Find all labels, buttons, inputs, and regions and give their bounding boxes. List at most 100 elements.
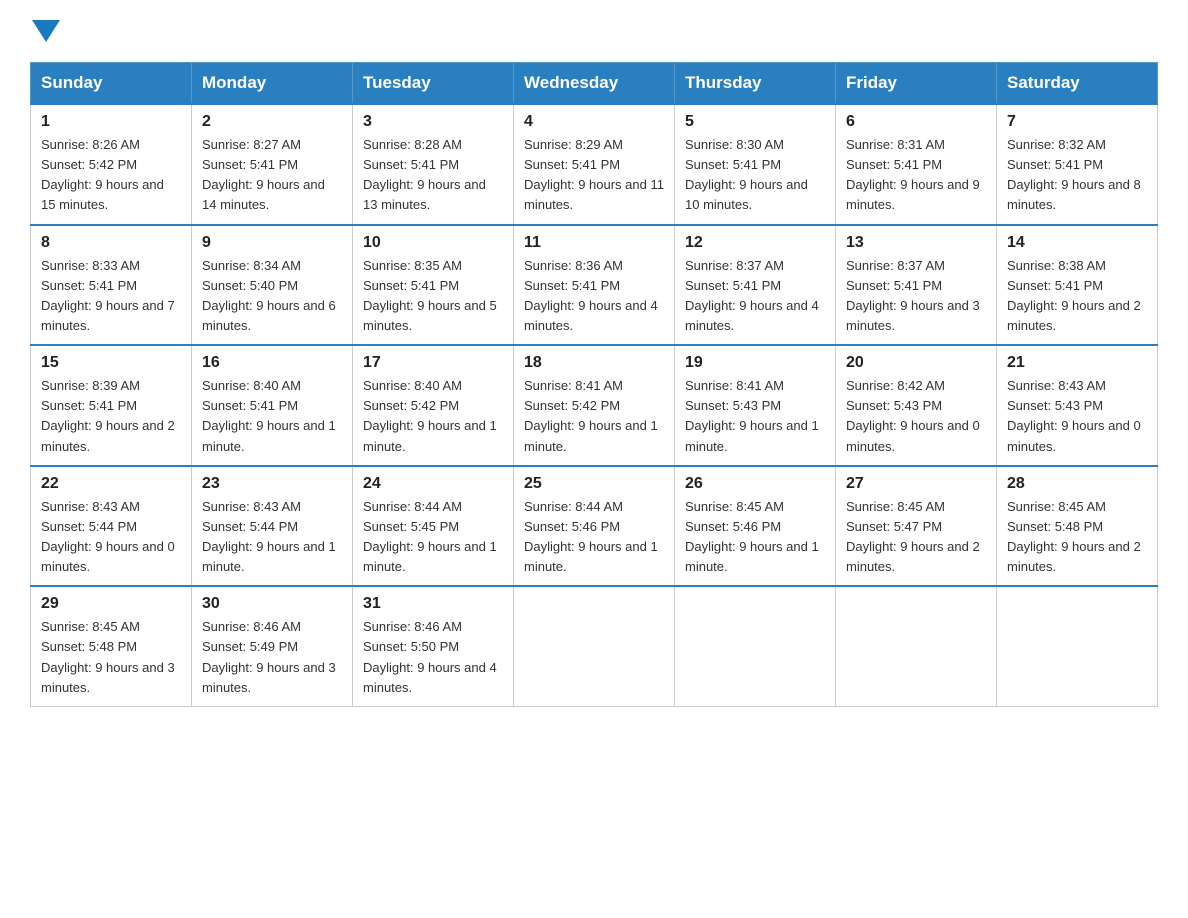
day-number: 27	[846, 475, 986, 493]
logo-triangle-icon	[32, 20, 60, 42]
calendar-day-cell	[675, 586, 836, 706]
day-number: 13	[846, 234, 986, 252]
day-info: Sunrise: 8:30 AMSunset: 5:41 PMDaylight:…	[685, 135, 825, 216]
day-info: Sunrise: 8:43 AMSunset: 5:44 PMDaylight:…	[202, 497, 342, 578]
day-info: Sunrise: 8:37 AMSunset: 5:41 PMDaylight:…	[846, 256, 986, 337]
day-info: Sunrise: 8:38 AMSunset: 5:41 PMDaylight:…	[1007, 256, 1147, 337]
day-info: Sunrise: 8:45 AMSunset: 5:48 PMDaylight:…	[41, 617, 181, 698]
day-info: Sunrise: 8:32 AMSunset: 5:41 PMDaylight:…	[1007, 135, 1147, 216]
day-info: Sunrise: 8:35 AMSunset: 5:41 PMDaylight:…	[363, 256, 503, 337]
day-number: 9	[202, 234, 342, 252]
day-info: Sunrise: 8:45 AMSunset: 5:46 PMDaylight:…	[685, 497, 825, 578]
day-number: 12	[685, 234, 825, 252]
calendar-header-row: SundayMondayTuesdayWednesdayThursdayFrid…	[31, 63, 1158, 105]
day-info: Sunrise: 8:37 AMSunset: 5:41 PMDaylight:…	[685, 256, 825, 337]
calendar-day-cell: 12 Sunrise: 8:37 AMSunset: 5:41 PMDaylig…	[675, 225, 836, 346]
calendar-week-row: 1 Sunrise: 8:26 AMSunset: 5:42 PMDayligh…	[31, 104, 1158, 225]
day-of-week-header: Tuesday	[353, 63, 514, 105]
day-number: 14	[1007, 234, 1147, 252]
day-info: Sunrise: 8:41 AMSunset: 5:42 PMDaylight:…	[524, 376, 664, 457]
day-of-week-header: Saturday	[997, 63, 1158, 105]
calendar-day-cell: 23 Sunrise: 8:43 AMSunset: 5:44 PMDaylig…	[192, 466, 353, 587]
day-info: Sunrise: 8:43 AMSunset: 5:44 PMDaylight:…	[41, 497, 181, 578]
calendar-day-cell: 5 Sunrise: 8:30 AMSunset: 5:41 PMDayligh…	[675, 104, 836, 225]
calendar-day-cell: 19 Sunrise: 8:41 AMSunset: 5:43 PMDaylig…	[675, 345, 836, 466]
calendar-day-cell	[514, 586, 675, 706]
calendar-day-cell: 20 Sunrise: 8:42 AMSunset: 5:43 PMDaylig…	[836, 345, 997, 466]
calendar-day-cell: 17 Sunrise: 8:40 AMSunset: 5:42 PMDaylig…	[353, 345, 514, 466]
day-number: 29	[41, 595, 181, 613]
day-number: 7	[1007, 113, 1147, 131]
day-info: Sunrise: 8:46 AMSunset: 5:50 PMDaylight:…	[363, 617, 503, 698]
day-of-week-header: Thursday	[675, 63, 836, 105]
day-of-week-header: Wednesday	[514, 63, 675, 105]
day-info: Sunrise: 8:44 AMSunset: 5:45 PMDaylight:…	[363, 497, 503, 578]
calendar-day-cell: 11 Sunrise: 8:36 AMSunset: 5:41 PMDaylig…	[514, 225, 675, 346]
day-info: Sunrise: 8:44 AMSunset: 5:46 PMDaylight:…	[524, 497, 664, 578]
day-number: 1	[41, 113, 181, 131]
day-info: Sunrise: 8:45 AMSunset: 5:47 PMDaylight:…	[846, 497, 986, 578]
calendar-week-row: 22 Sunrise: 8:43 AMSunset: 5:44 PMDaylig…	[31, 466, 1158, 587]
day-number: 21	[1007, 354, 1147, 372]
calendar-day-cell: 25 Sunrise: 8:44 AMSunset: 5:46 PMDaylig…	[514, 466, 675, 587]
day-number: 5	[685, 113, 825, 131]
day-number: 8	[41, 234, 181, 252]
calendar-day-cell: 27 Sunrise: 8:45 AMSunset: 5:47 PMDaylig…	[836, 466, 997, 587]
calendar-day-cell: 24 Sunrise: 8:44 AMSunset: 5:45 PMDaylig…	[353, 466, 514, 587]
calendar-day-cell: 10 Sunrise: 8:35 AMSunset: 5:41 PMDaylig…	[353, 225, 514, 346]
day-number: 10	[363, 234, 503, 252]
calendar-day-cell: 31 Sunrise: 8:46 AMSunset: 5:50 PMDaylig…	[353, 586, 514, 706]
page-header	[30, 20, 1158, 42]
calendar-day-cell	[997, 586, 1158, 706]
day-number: 20	[846, 354, 986, 372]
day-info: Sunrise: 8:43 AMSunset: 5:43 PMDaylight:…	[1007, 376, 1147, 457]
calendar-day-cell: 1 Sunrise: 8:26 AMSunset: 5:42 PMDayligh…	[31, 104, 192, 225]
day-number: 18	[524, 354, 664, 372]
calendar-day-cell: 7 Sunrise: 8:32 AMSunset: 5:41 PMDayligh…	[997, 104, 1158, 225]
day-info: Sunrise: 8:41 AMSunset: 5:43 PMDaylight:…	[685, 376, 825, 457]
day-number: 25	[524, 475, 664, 493]
day-info: Sunrise: 8:31 AMSunset: 5:41 PMDaylight:…	[846, 135, 986, 216]
day-info: Sunrise: 8:42 AMSunset: 5:43 PMDaylight:…	[846, 376, 986, 457]
day-info: Sunrise: 8:29 AMSunset: 5:41 PMDaylight:…	[524, 135, 664, 216]
day-number: 6	[846, 113, 986, 131]
calendar-day-cell: 30 Sunrise: 8:46 AMSunset: 5:49 PMDaylig…	[192, 586, 353, 706]
day-number: 28	[1007, 475, 1147, 493]
day-number: 19	[685, 354, 825, 372]
calendar-day-cell: 8 Sunrise: 8:33 AMSunset: 5:41 PMDayligh…	[31, 225, 192, 346]
calendar-day-cell: 14 Sunrise: 8:38 AMSunset: 5:41 PMDaylig…	[997, 225, 1158, 346]
calendar-day-cell: 16 Sunrise: 8:40 AMSunset: 5:41 PMDaylig…	[192, 345, 353, 466]
calendar-day-cell: 9 Sunrise: 8:34 AMSunset: 5:40 PMDayligh…	[192, 225, 353, 346]
calendar-table: SundayMondayTuesdayWednesdayThursdayFrid…	[30, 62, 1158, 707]
calendar-week-row: 15 Sunrise: 8:39 AMSunset: 5:41 PMDaylig…	[31, 345, 1158, 466]
day-number: 2	[202, 113, 342, 131]
calendar-day-cell: 29 Sunrise: 8:45 AMSunset: 5:48 PMDaylig…	[31, 586, 192, 706]
day-info: Sunrise: 8:39 AMSunset: 5:41 PMDaylight:…	[41, 376, 181, 457]
day-info: Sunrise: 8:33 AMSunset: 5:41 PMDaylight:…	[41, 256, 181, 337]
calendar-day-cell: 2 Sunrise: 8:27 AMSunset: 5:41 PMDayligh…	[192, 104, 353, 225]
calendar-day-cell: 28 Sunrise: 8:45 AMSunset: 5:48 PMDaylig…	[997, 466, 1158, 587]
day-info: Sunrise: 8:34 AMSunset: 5:40 PMDaylight:…	[202, 256, 342, 337]
calendar-day-cell: 21 Sunrise: 8:43 AMSunset: 5:43 PMDaylig…	[997, 345, 1158, 466]
calendar-day-cell: 22 Sunrise: 8:43 AMSunset: 5:44 PMDaylig…	[31, 466, 192, 587]
day-info: Sunrise: 8:26 AMSunset: 5:42 PMDaylight:…	[41, 135, 181, 216]
day-info: Sunrise: 8:40 AMSunset: 5:42 PMDaylight:…	[363, 376, 503, 457]
day-number: 23	[202, 475, 342, 493]
day-info: Sunrise: 8:28 AMSunset: 5:41 PMDaylight:…	[363, 135, 503, 216]
calendar-day-cell	[836, 586, 997, 706]
day-number: 15	[41, 354, 181, 372]
day-of-week-header: Friday	[836, 63, 997, 105]
day-info: Sunrise: 8:45 AMSunset: 5:48 PMDaylight:…	[1007, 497, 1147, 578]
day-number: 24	[363, 475, 503, 493]
calendar-week-row: 8 Sunrise: 8:33 AMSunset: 5:41 PMDayligh…	[31, 225, 1158, 346]
day-number: 17	[363, 354, 503, 372]
day-info: Sunrise: 8:36 AMSunset: 5:41 PMDaylight:…	[524, 256, 664, 337]
day-number: 31	[363, 595, 503, 613]
day-number: 30	[202, 595, 342, 613]
calendar-day-cell: 18 Sunrise: 8:41 AMSunset: 5:42 PMDaylig…	[514, 345, 675, 466]
day-number: 3	[363, 113, 503, 131]
day-info: Sunrise: 8:40 AMSunset: 5:41 PMDaylight:…	[202, 376, 342, 457]
day-of-week-header: Sunday	[31, 63, 192, 105]
logo	[30, 20, 62, 42]
day-number: 11	[524, 234, 664, 252]
